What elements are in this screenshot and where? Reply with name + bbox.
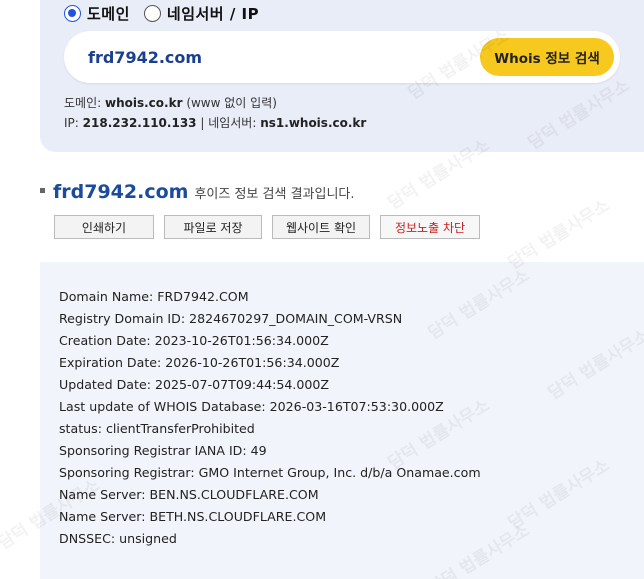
- whois-domain-value: whois.co.kr: [104, 96, 183, 110]
- whois-domain-line: 도메인: whois.co.kr (www 없이 입력): [64, 96, 277, 110]
- whois-line: DNSSEC: unsigned: [59, 531, 177, 546]
- save-file-button[interactable]: 파일로 저장: [164, 215, 262, 239]
- radio-nameserver-ip-label: 네임서버 / IP: [166, 5, 260, 23]
- search-input[interactable]: [88, 45, 448, 69]
- bullet-icon: [40, 188, 45, 193]
- whois-line: Name Server: BETH.NS.CLOUDFLARE.COM: [59, 509, 327, 524]
- whois-nameserver-value: ns1.whois.co.kr: [260, 116, 367, 130]
- whois-line: Last update of WHOIS Database: 2026-03-1…: [59, 399, 444, 414]
- result-heading: frd7942.com 후이즈 정보 검색 결과입니다.: [40, 181, 355, 203]
- whois-server-info: 도메인: whois.co.kr (www 없이 입력) IP: 218.232…: [64, 93, 366, 133]
- whois-line: Expiration Date: 2026-10-26T01:56:34.000…: [59, 355, 340, 370]
- whois-line: Sponsoring Registrar IANA ID: 49: [59, 443, 267, 458]
- radio-nameserver-ip[interactable]: 네임서버 / IP: [143, 3, 260, 24]
- action-button-row: 인쇄하기 파일로 저장 웹사이트 확인 정보노출 차단: [54, 215, 490, 239]
- radio-unchecked-icon: [143, 5, 161, 22]
- whois-search-button[interactable]: Whois 정보 검색: [480, 38, 614, 76]
- block-info-exposure-button[interactable]: 정보노출 차단: [380, 215, 480, 239]
- whois-line: Sponsoring Registrar: GMO Internet Group…: [59, 465, 481, 480]
- search-type-radio-group: 도메인 네임서버 / IP: [64, 3, 273, 24]
- whois-line: Domain Name: FRD7942.COM: [59, 289, 249, 304]
- whois-line: Creation Date: 2023-10-26T01:56:34.000Z: [59, 333, 329, 348]
- radio-checked-icon: [64, 5, 81, 22]
- whois-line: status: clientTransferProhibited: [59, 421, 255, 436]
- search-panel: 도메인 네임서버 / IP Whois 정보 검색 도메인: whois.co.…: [40, 0, 644, 152]
- search-box: Whois 정보 검색: [64, 31, 620, 83]
- radio-domain-label: 도메인: [87, 5, 130, 23]
- whois-ip-line: IP: 218.232.110.133 | 네임서버: ns1.whois.co…: [64, 116, 367, 130]
- whois-line: Name Server: BEN.NS.CLOUDFLARE.COM: [59, 487, 319, 502]
- result-domain: frd7942.com: [53, 181, 189, 203]
- whois-ip-value: 218.232.110.133: [82, 116, 197, 130]
- check-website-button[interactable]: 웹사이트 확인: [272, 215, 370, 239]
- whois-line: Updated Date: 2025-07-07T09:44:54.000Z: [59, 377, 330, 392]
- radio-domain[interactable]: 도메인: [64, 3, 130, 24]
- whois-result-panel: Domain Name: FRD7942.COM Registry Domain…: [40, 262, 644, 579]
- result-caption: 후이즈 정보 검색 결과입니다.: [194, 187, 355, 202]
- print-button[interactable]: 인쇄하기: [54, 215, 154, 239]
- whois-line: Registry Domain ID: 2824670297_DOMAIN_CO…: [59, 311, 403, 326]
